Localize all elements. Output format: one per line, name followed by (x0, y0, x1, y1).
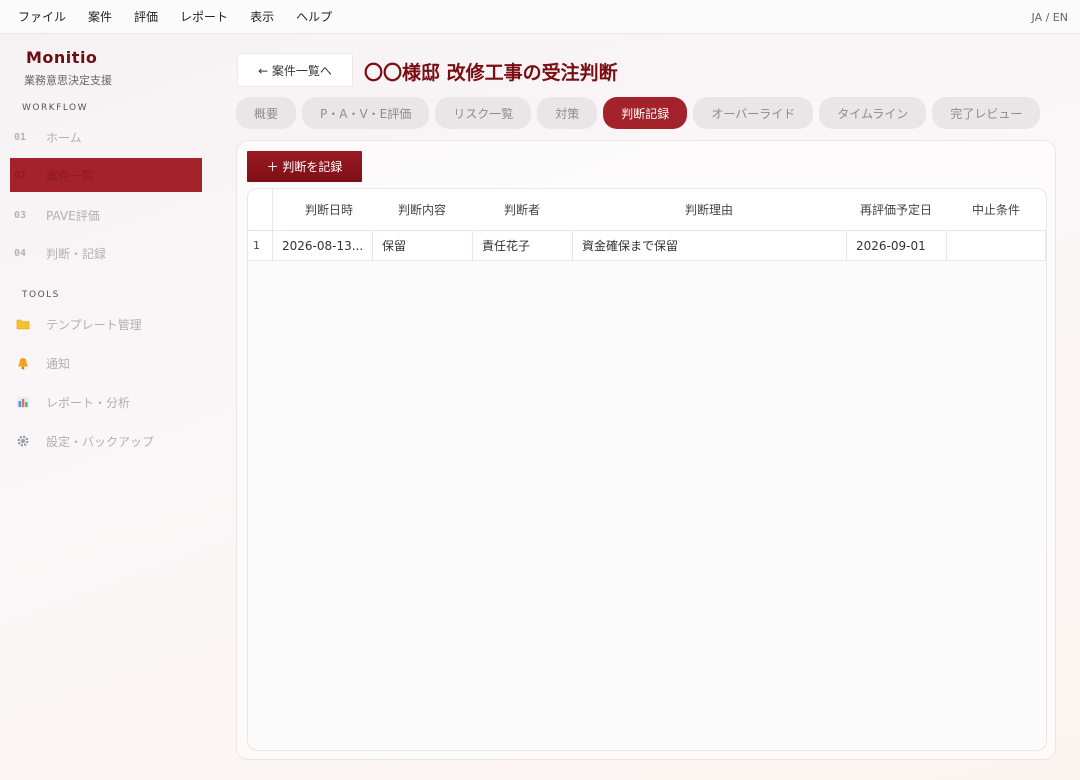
nav-number: 04 (14, 247, 27, 259)
record-decision-button[interactable]: ＋ 判断を記録 (247, 151, 362, 182)
nav-label: ホーム (46, 130, 82, 145)
tab-override[interactable]: オーバーライド (693, 97, 814, 129)
cell-stop-condition[interactable] (946, 231, 1046, 260)
language-switch[interactable]: JA / EN (1032, 0, 1068, 34)
menu-report[interactable]: レポート (169, 0, 239, 34)
tab-countermeasures[interactable]: 対策 (537, 97, 598, 129)
nav-label: 判断・記録 (46, 246, 107, 261)
bell-icon (10, 357, 46, 370)
back-to-case-list-button[interactable]: ← 案件一覧へ (237, 53, 353, 87)
folder-icon (10, 318, 46, 330)
nav-label: テンプレート管理 (46, 317, 142, 332)
sidebar: Monitio 業務意思決定支援 WORKFLOW 01 ホーム 02 案件一覧… (0, 34, 212, 780)
tab-timeline[interactable]: タイムライン (819, 97, 927, 129)
tab-pave-evaluation[interactable]: P・A・V・E評価 (302, 97, 430, 129)
row-index: 1 (253, 239, 260, 252)
nav-label: PAVE評価 (46, 208, 100, 223)
cell-content[interactable]: 保留 (372, 231, 472, 260)
menu-view[interactable]: 表示 (239, 0, 285, 34)
page-title: 〇〇様邸 改修工事の受注判断 (364, 62, 618, 84)
decision-records-panel: ＋ 判断を記録 判断日時 判断内容 判断者 判断理由 再評価予定日 中止条件 1… (236, 140, 1056, 760)
tab-decision-records[interactable]: 判断記録 (603, 97, 688, 129)
menubar: ファイル 案件 評価 レポート 表示 ヘルプ JA / EN (0, 0, 1080, 34)
sidebar-item-templates[interactable]: テンプレート管理 (10, 307, 202, 341)
column-header-reason[interactable]: 判断理由 (572, 189, 846, 230)
nav-number: 03 (14, 209, 27, 221)
nav-label: 案件一覧 (46, 168, 95, 183)
decision-table: 判断日時 判断内容 判断者 判断理由 再評価予定日 中止条件 1 2026-08… (247, 188, 1047, 751)
brand-subtitle: 業務意思決定支援 (24, 74, 112, 87)
column-header-reevaluation-date[interactable]: 再評価予定日 (846, 189, 946, 230)
menu-evaluation[interactable]: 評価 (123, 0, 169, 34)
menu-help[interactable]: ヘルプ (285, 0, 343, 34)
column-header-stop-condition[interactable]: 中止条件 (946, 189, 1046, 230)
tab-risk-list[interactable]: リスク一覧 (435, 97, 532, 129)
nav-label: レポート・分析 (46, 395, 131, 410)
tab-bar: 概要 P・A・V・E評価 リスク一覧 対策 判断記録 オーバーライド タイムライ… (236, 97, 1041, 129)
cell-datetime[interactable]: 2026-08-13... (272, 231, 372, 260)
sidebar-item-decision[interactable]: 04 判断・記録 (10, 236, 202, 270)
tab-completion-review[interactable]: 完了レビュー (932, 97, 1041, 129)
cell-reason[interactable]: 資金確保まで保留 (572, 231, 846, 260)
tab-overview[interactable]: 概要 (236, 97, 297, 129)
gear-icon (10, 434, 46, 448)
brand-title: Monitio (26, 48, 98, 67)
sidebar-item-pave[interactable]: 03 PAVE評価 (10, 198, 202, 232)
nav-number: 02 (14, 169, 27, 181)
column-header-datetime[interactable]: 判断日時 (272, 189, 386, 230)
cell-reevaluation-date[interactable]: 2026-09-01 (846, 231, 946, 260)
menu-case[interactable]: 案件 (77, 0, 123, 34)
tools-section-label: TOOLS (22, 290, 60, 300)
workflow-section-label: WORKFLOW (22, 103, 88, 113)
sidebar-item-notifications[interactable]: 通知 (10, 346, 202, 380)
sidebar-item-settings[interactable]: 設定・バックアップ (10, 424, 202, 458)
nav-number: 01 (14, 131, 27, 143)
table-header: 判断日時 判断内容 判断者 判断理由 再評価予定日 中止条件 (248, 189, 1046, 231)
sidebar-item-reports[interactable]: レポート・分析 (10, 385, 202, 419)
nav-label: 通知 (46, 356, 71, 371)
table-row[interactable]: 1 2026-08-13... 保留 責任花子 資金確保まで保留 2026-09… (248, 231, 1046, 261)
column-header-decider[interactable]: 判断者 (472, 189, 572, 230)
sidebar-item-case-list[interactable]: 02 案件一覧 (10, 158, 202, 192)
menu-file[interactable]: ファイル (7, 0, 77, 34)
bar-chart-icon (10, 396, 46, 409)
column-header-content[interactable]: 判断内容 (372, 189, 472, 230)
cell-decider[interactable]: 責任花子 (472, 231, 572, 260)
sidebar-item-home[interactable]: 01 ホーム (10, 120, 202, 154)
nav-label: 設定・バックアップ (46, 434, 155, 449)
